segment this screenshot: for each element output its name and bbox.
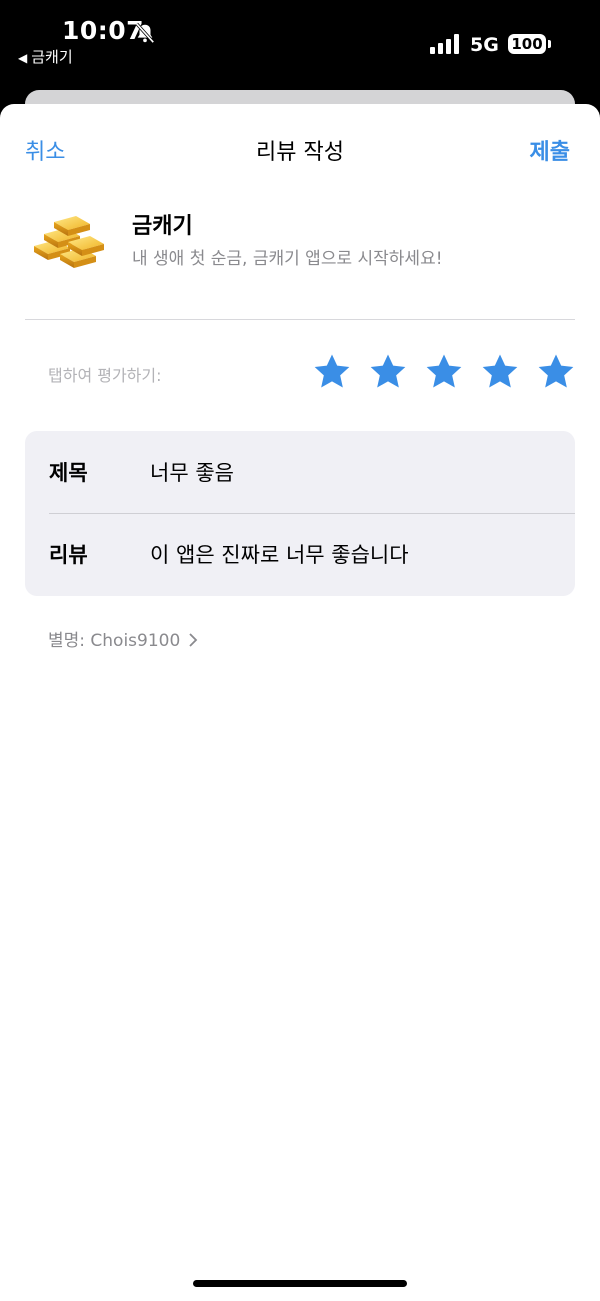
rating-label: 탭하여 평가하기: — [48, 366, 162, 385]
nickname-link[interactable]: 별명: Chois9100 — [48, 626, 198, 651]
review-sheet: 취소 리뷰 작성 제출 금캐기 내 생애 첫 순금, 금캐기 앱으로 시작하세요… — [0, 104, 600, 1301]
review-form: 제목 너무 좋음 리뷰 이 앱은 진짜로 너무 좋습니다 — [25, 431, 575, 596]
star-icon[interactable] — [480, 352, 520, 392]
star-icon[interactable] — [536, 352, 576, 392]
back-app-label: 금캐기 — [31, 48, 73, 66]
status-bar: 10:07 ◀ 금캐기 5G 100 — [0, 0, 600, 95]
app-subtitle: 내 생애 첫 순금, 금캐기 앱으로 시작하세요! — [132, 249, 443, 269]
gold-bars-icon — [34, 216, 104, 268]
battery-nub — [548, 40, 551, 48]
chevron-right-icon — [189, 633, 198, 647]
form-divider — [49, 513, 575, 514]
app-name: 금캐기 — [132, 214, 193, 239]
nickname-text: 별명: Chois9100 — [48, 631, 181, 651]
review-label: 리뷰 — [49, 543, 88, 567]
star-rating[interactable] — [312, 352, 576, 394]
sheet-title: 리뷰 작성 — [256, 140, 344, 165]
status-time: 10:07 — [62, 16, 145, 45]
bell-slash-icon — [135, 22, 155, 44]
back-triangle-icon: ◀ — [18, 51, 28, 65]
battery-icon: 100 — [508, 34, 546, 54]
title-label: 제목 — [49, 461, 88, 485]
star-icon[interactable] — [368, 352, 408, 392]
star-icon[interactable] — [424, 352, 464, 392]
review-field[interactable]: 이 앱은 진짜로 너무 좋습니다 — [150, 539, 409, 569]
divider — [25, 319, 575, 320]
cellular-signal-icon — [430, 34, 459, 54]
star-icon[interactable] — [312, 352, 352, 392]
back-to-app-link[interactable]: ◀ 금캐기 — [18, 46, 73, 67]
home-indicator[interactable] — [193, 1280, 407, 1287]
title-field[interactable]: 너무 좋음 — [150, 457, 234, 487]
network-type: 5G — [470, 34, 499, 56]
submit-button[interactable]: 제출 — [530, 134, 570, 166]
battery-level: 100 — [511, 35, 543, 53]
